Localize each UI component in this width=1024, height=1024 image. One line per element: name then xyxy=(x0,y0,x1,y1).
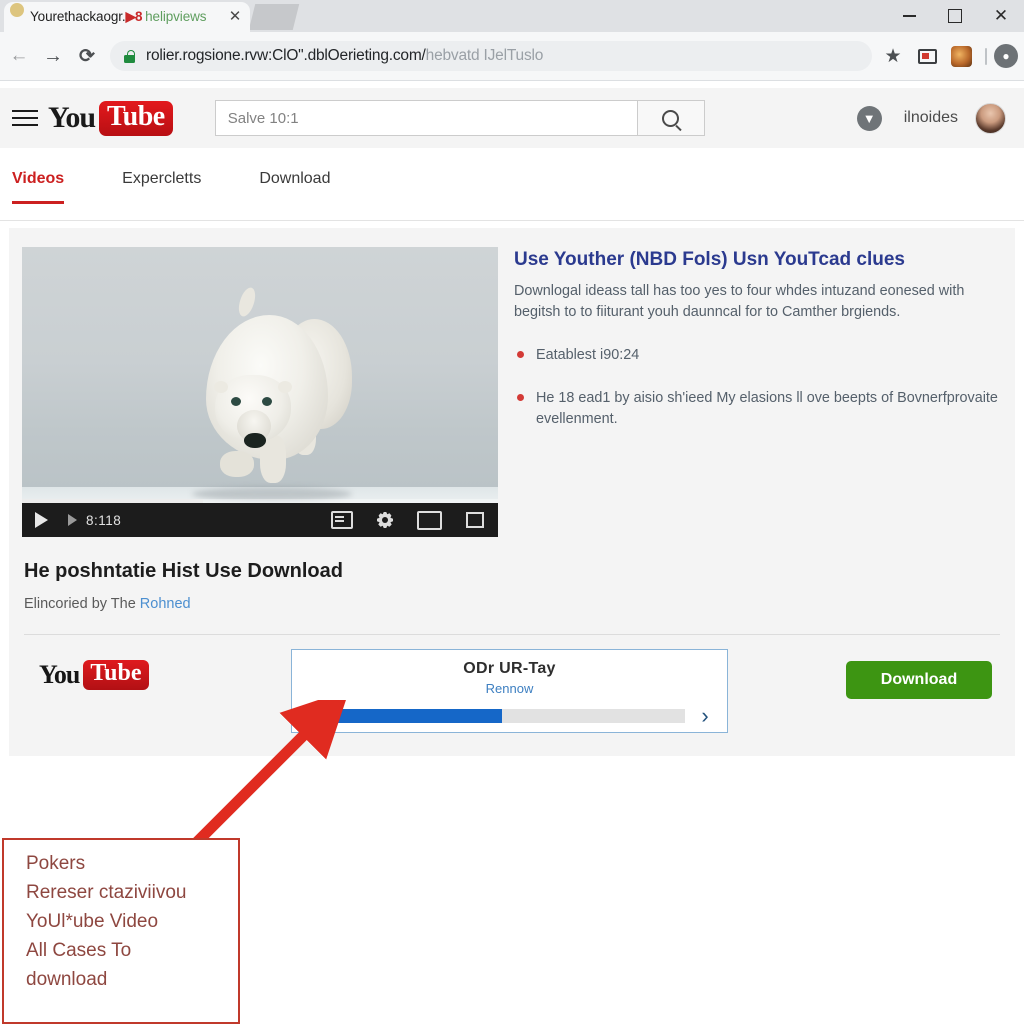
callout-line: Rereser ctaziviivou xyxy=(26,881,187,903)
avatar[interactable] xyxy=(975,102,1006,134)
description-bullet-list: Eatablest i90:24 He 18 ead1 by aisio sh'… xyxy=(514,345,1004,431)
byline-link[interactable]: Rohned xyxy=(140,596,191,612)
address-bar-url: rolier.rogsione.rvw:ClO".dblOerieting.co… xyxy=(146,47,543,65)
theater-mode-icon[interactable] xyxy=(417,510,442,530)
address-bar[interactable]: rolier.rogsione.rvw:ClO".dblOerieting.co… xyxy=(110,41,872,71)
next-icon[interactable] xyxy=(68,514,77,526)
tab-title-main: Yourethackaogr. xyxy=(30,9,126,24)
window-minimize-button[interactable] xyxy=(886,0,932,32)
star-glyph: ★ xyxy=(884,45,902,67)
downloader-logo-tube: Tube xyxy=(83,660,149,690)
hamburger-icon[interactable] xyxy=(12,105,38,131)
browser-tab-inactive[interactable] xyxy=(248,4,300,30)
header-account-area: ▼ ilnoides xyxy=(856,102,1006,134)
video-title: He poshntatie Hist Use Download xyxy=(24,560,343,582)
forward-icon[interactable]: → xyxy=(36,39,70,73)
search-input[interactable] xyxy=(215,101,637,135)
play-icon[interactable] xyxy=(35,512,48,528)
search-bar[interactable] xyxy=(214,100,705,136)
callout-line: download xyxy=(26,968,108,990)
video-controls: 8:118 xyxy=(22,503,498,537)
progress-title: ODr UR-Tay xyxy=(463,660,556,677)
reload-icon[interactable]: ⟳ xyxy=(70,39,104,73)
list-item: He 18 ead1 by aisio sh'ieed My elasions … xyxy=(514,388,1004,431)
video-thumbnail xyxy=(22,247,498,537)
video-time-label: 8:118 xyxy=(86,512,122,528)
bird-glyph: ▼ xyxy=(862,110,876,126)
tab-title-badge: ▶8 xyxy=(125,9,143,24)
annotation-arrow-icon xyxy=(189,700,350,850)
cast-icon[interactable] xyxy=(910,39,944,73)
profile-icon[interactable]: ● xyxy=(994,44,1018,68)
browser-title-bar: Yourethackaogr.▶8 helipviews ✕ ✕ xyxy=(0,0,1024,33)
list-item: Eatablest i90:24 xyxy=(514,345,1004,367)
progress-card: ODr UR-Tay Rennow ‹ › xyxy=(291,649,728,733)
tab-expercletts[interactable]: Expercletts xyxy=(122,148,201,198)
captions-icon[interactable] xyxy=(331,511,353,529)
video-controls-right xyxy=(331,510,484,530)
tab-close-icon[interactable]: ✕ xyxy=(226,8,244,26)
divider xyxy=(24,634,1000,635)
downloader-logo: You Tube xyxy=(39,660,149,690)
callout-line: Pokers xyxy=(26,853,86,874)
page-root: Yourethackaogr.▶8 helipviews ✕ ✕ ← → ⟳ r… xyxy=(0,0,1024,1024)
youtube-header: You Tube ▼ ilnoides xyxy=(0,88,1024,148)
logo-you-text: You xyxy=(48,101,96,134)
description-panel: Use Youther (NBD Fols) Usn YouTcad clues… xyxy=(514,248,1004,452)
tab-download[interactable]: Download xyxy=(259,148,330,198)
search-button[interactable] xyxy=(636,101,704,135)
progress-row: ‹ › xyxy=(292,705,727,727)
section-tabs: Videos Expercletts Download xyxy=(0,148,1024,221)
callout-line: YoUl*ube Video xyxy=(26,910,159,932)
username-label[interactable]: ilnoides xyxy=(904,109,958,127)
annotation-callout: Pokers Rereser ctaziviivou YoUl*ube Vide… xyxy=(2,838,240,1024)
download-button[interactable]: Download xyxy=(846,661,992,699)
tab-favicon-icon xyxy=(10,3,24,17)
progress-bar-fill xyxy=(334,709,503,723)
browser-toolbar: ← → ⟳ rolier.rogsione.rvw:ClO".dblOeriet… xyxy=(0,32,1024,81)
description-heading: Use Youther (NBD Fols) Usn YouTcad clues xyxy=(514,249,905,270)
bird-icon[interactable]: ▼ xyxy=(856,105,882,131)
downloader-logo-you: You xyxy=(39,660,80,689)
gear-icon[interactable] xyxy=(377,512,393,528)
progress-subtitle: Rennow xyxy=(485,681,534,696)
tab-title-suffix: helipviews xyxy=(145,9,207,24)
logo-tube-text: Tube xyxy=(99,100,173,136)
bookmark-star-icon[interactable]: ★ xyxy=(876,39,910,73)
extension-icon[interactable] xyxy=(944,39,978,73)
chevron-right-icon[interactable]: › xyxy=(695,705,715,727)
back-icon[interactable]: ← xyxy=(2,39,36,73)
browser-tab-active[interactable]: Yourethackaogr.▶8 helipviews ✕ xyxy=(4,2,250,32)
tab-title: Yourethackaogr.▶8 helipviews xyxy=(30,9,226,25)
description-paragraph: Downlogal ideass tall has too yes to fou… xyxy=(514,282,965,320)
youtube-logo[interactable]: You Tube xyxy=(48,100,173,136)
progress-bar xyxy=(334,709,685,723)
url-path: hebvatd IJelTuslo xyxy=(425,47,544,64)
byline-prefix: Elincoried by The xyxy=(24,596,140,612)
video-byline: Elincoried by The Rohned xyxy=(24,596,191,612)
video-player[interactable]: 8:118 xyxy=(22,247,498,537)
lock-icon xyxy=(124,49,135,63)
window-close-button[interactable]: ✕ xyxy=(978,0,1024,32)
fullscreen-icon[interactable] xyxy=(466,512,484,528)
tab-videos[interactable]: Videos xyxy=(12,148,65,204)
toolbar-divider xyxy=(985,47,987,65)
url-domain: rolier.rogsione.rvw:ClO".dblOerieting.co… xyxy=(146,47,426,64)
window-controls: ✕ xyxy=(886,0,1024,32)
window-maximize-button[interactable] xyxy=(932,0,978,32)
callout-line: All Cases To xyxy=(26,939,132,961)
search-icon xyxy=(662,109,680,127)
